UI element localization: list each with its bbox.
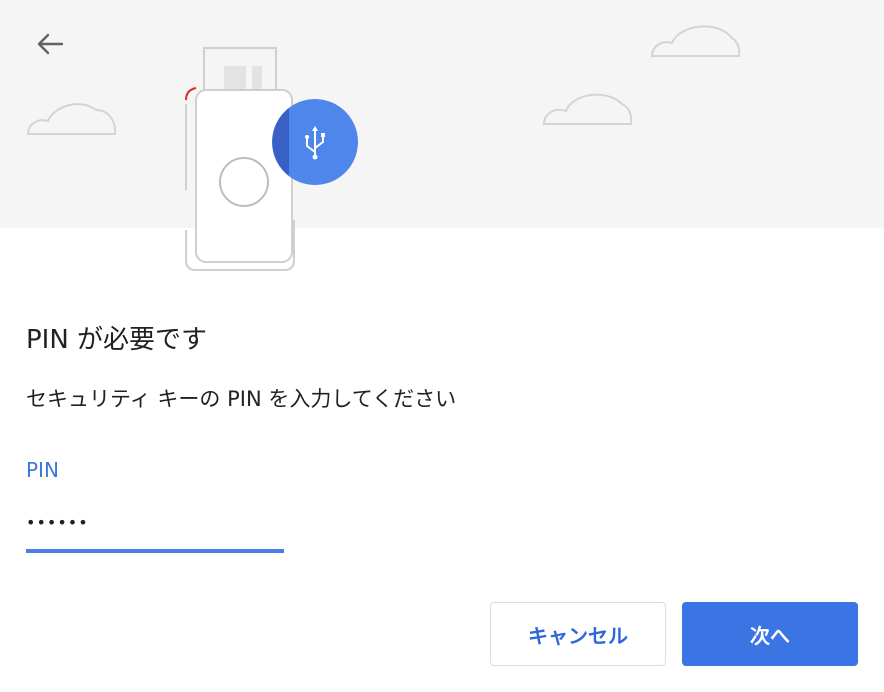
cloud-icon bbox=[650, 25, 741, 57]
dialog-title: PIN が必要です bbox=[26, 325, 208, 355]
arrow-left-icon bbox=[37, 33, 64, 55]
dialog-description: セキュリティ キーの PIN を入力してください bbox=[26, 387, 457, 411]
security-key-illustration bbox=[26, 25, 741, 271]
pin-field-label: PIN bbox=[26, 458, 59, 482]
back-button[interactable] bbox=[26, 22, 74, 66]
usb-icon bbox=[272, 99, 358, 185]
cloud-icon bbox=[542, 93, 633, 125]
cloud-icon bbox=[26, 103, 117, 135]
next-button[interactable]: 次へ bbox=[682, 602, 858, 666]
cancel-button[interactable]: キャンセル bbox=[490, 602, 666, 666]
pin-input-underline bbox=[26, 549, 284, 553]
pin-input[interactable] bbox=[26, 502, 284, 542]
